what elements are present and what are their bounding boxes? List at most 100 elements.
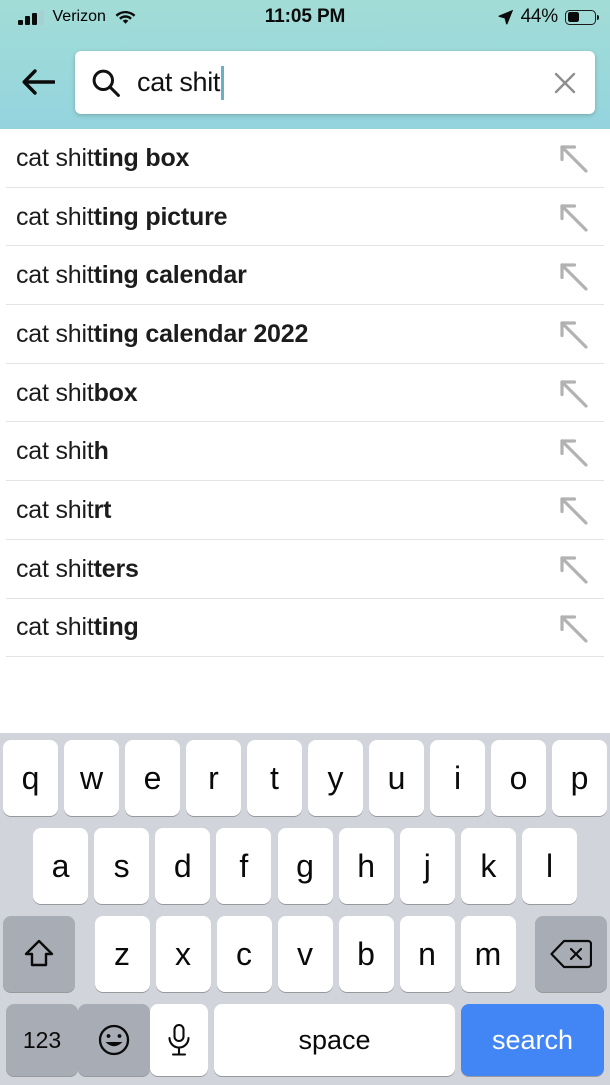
clear-search-button[interactable]: [535, 51, 595, 114]
search-submit-key[interactable]: search: [461, 1004, 604, 1076]
key-p[interactable]: p: [552, 740, 607, 816]
key-label: n: [418, 935, 436, 972]
suggestion-label: cat shitting: [16, 613, 536, 642]
key-j[interactable]: j: [399, 828, 455, 904]
key-label: g: [296, 847, 314, 884]
arrow-up-left-icon: [556, 259, 590, 293]
suggestion-label: cat shitting calendar: [16, 261, 536, 290]
back-arrow-icon: [21, 67, 55, 97]
suggestion-row[interactable]: cat shitters: [0, 539, 610, 599]
key-label: z: [114, 935, 130, 972]
key-r[interactable]: r: [186, 740, 241, 816]
space-key[interactable]: space: [214, 1004, 455, 1076]
key-m[interactable]: m: [460, 916, 516, 992]
battery-icon: [565, 9, 600, 25]
backspace-key[interactable]: [535, 916, 607, 992]
key-s[interactable]: s: [94, 828, 150, 904]
arrow-up-left-icon: [556, 200, 590, 234]
key-label: w: [79, 759, 104, 796]
back-button[interactable]: [12, 56, 64, 108]
suggestion-row[interactable]: cat shitrt: [0, 481, 610, 540]
key-z[interactable]: z: [94, 916, 150, 992]
shift-arrow-icon: [22, 937, 56, 971]
suggestion-row[interactable]: cat shitting box: [0, 129, 610, 188]
fill-query-button[interactable]: [536, 611, 610, 645]
key-label: x: [175, 935, 191, 972]
key-label: m: [474, 935, 502, 972]
suggestion-row[interactable]: cat shith: [0, 422, 610, 482]
suggestion-row[interactable]: cat shitting calendar 2022: [0, 305, 610, 364]
key-label: q: [21, 759, 40, 796]
key-label: r: [208, 759, 219, 796]
fill-query-button[interactable]: [536, 493, 610, 527]
key-n[interactable]: n: [399, 916, 455, 992]
key-u[interactable]: u: [369, 740, 424, 816]
key-label: f: [239, 847, 249, 884]
key-h[interactable]: h: [338, 828, 394, 904]
key-g[interactable]: g: [277, 828, 333, 904]
key-label: h: [357, 847, 376, 884]
fill-query-button[interactable]: [536, 435, 610, 469]
key-label: s: [113, 847, 130, 884]
suggestion-row[interactable]: cat shitbox: [0, 363, 610, 423]
key-c[interactable]: c: [216, 916, 272, 992]
key-b[interactable]: b: [338, 916, 394, 992]
fill-query-button[interactable]: [536, 552, 610, 586]
fill-query-button[interactable]: [536, 376, 610, 410]
dictation-key[interactable]: [150, 1004, 208, 1076]
suggestion-completion: box: [93, 378, 138, 407]
key-v[interactable]: v: [277, 916, 333, 992]
fill-query-button[interactable]: [536, 317, 610, 351]
key-k[interactable]: k: [460, 828, 516, 904]
status-bar-right: 44%: [498, 0, 600, 34]
suggestion-completion: ting calendar: [93, 261, 247, 290]
search-input[interactable]: cat shit: [137, 51, 535, 114]
key-e[interactable]: e: [125, 740, 180, 816]
key-label: p: [570, 759, 589, 796]
suggestion-completion: ting calendar 2022: [93, 319, 309, 348]
search-bar[interactable]: cat shit: [75, 51, 595, 114]
microphone-icon: [166, 1023, 192, 1057]
key-d[interactable]: d: [155, 828, 211, 904]
shift-key[interactable]: [3, 916, 75, 992]
key-q[interactable]: q: [3, 740, 58, 816]
key-i[interactable]: i: [430, 740, 485, 816]
keyboard-row-4: 123 space search: [0, 1004, 610, 1076]
suggestion-query-prefix: cat shit: [16, 378, 94, 407]
key-a[interactable]: a: [33, 828, 88, 904]
suggestion-row[interactable]: cat shitting picture: [0, 187, 610, 247]
suggestion-row[interactable]: cat shitting: [0, 598, 610, 658]
backspace-icon: [550, 939, 592, 969]
key-y[interactable]: y: [308, 740, 363, 816]
suggestion-label: cat shitting box: [16, 144, 536, 173]
suggestion-query-prefix: cat shit: [16, 613, 94, 642]
close-icon: [552, 70, 578, 96]
key-l[interactable]: l: [522, 828, 577, 904]
emoji-key[interactable]: [78, 1004, 150, 1076]
key-x[interactable]: x: [155, 916, 211, 992]
arrow-up-left-icon: [556, 317, 590, 351]
emoji-smiley-icon: [97, 1023, 131, 1057]
key-label: u: [387, 759, 406, 796]
numbers-key[interactable]: 123: [6, 1004, 78, 1076]
suggestion-row[interactable]: cat shitting calendar: [0, 246, 610, 306]
header-bar: Verizon 11:05 PM 44% cat shit: [0, 0, 610, 129]
key-label: i: [453, 759, 462, 796]
key-label: v: [297, 935, 313, 972]
key-o[interactable]: o: [491, 740, 546, 816]
arrow-up-left-icon: [556, 435, 590, 469]
battery-percent-label: 44%: [520, 6, 559, 27]
space-key-label: space: [298, 1024, 371, 1055]
arrow-up-left-icon: [556, 493, 590, 527]
key-label: o: [509, 759, 528, 796]
suggestion-query-prefix: cat shit: [16, 319, 94, 348]
fill-query-button[interactable]: [536, 200, 610, 234]
fill-query-button[interactable]: [536, 141, 610, 175]
fill-query-button[interactable]: [536, 259, 610, 293]
key-f[interactable]: f: [216, 828, 272, 904]
key-label: l: [545, 847, 554, 884]
key-w[interactable]: w: [64, 740, 119, 816]
key-t[interactable]: t: [247, 740, 302, 816]
suggestion-label: cat shitrt: [16, 496, 536, 525]
status-bar: Verizon 11:05 PM 44%: [0, 0, 610, 34]
